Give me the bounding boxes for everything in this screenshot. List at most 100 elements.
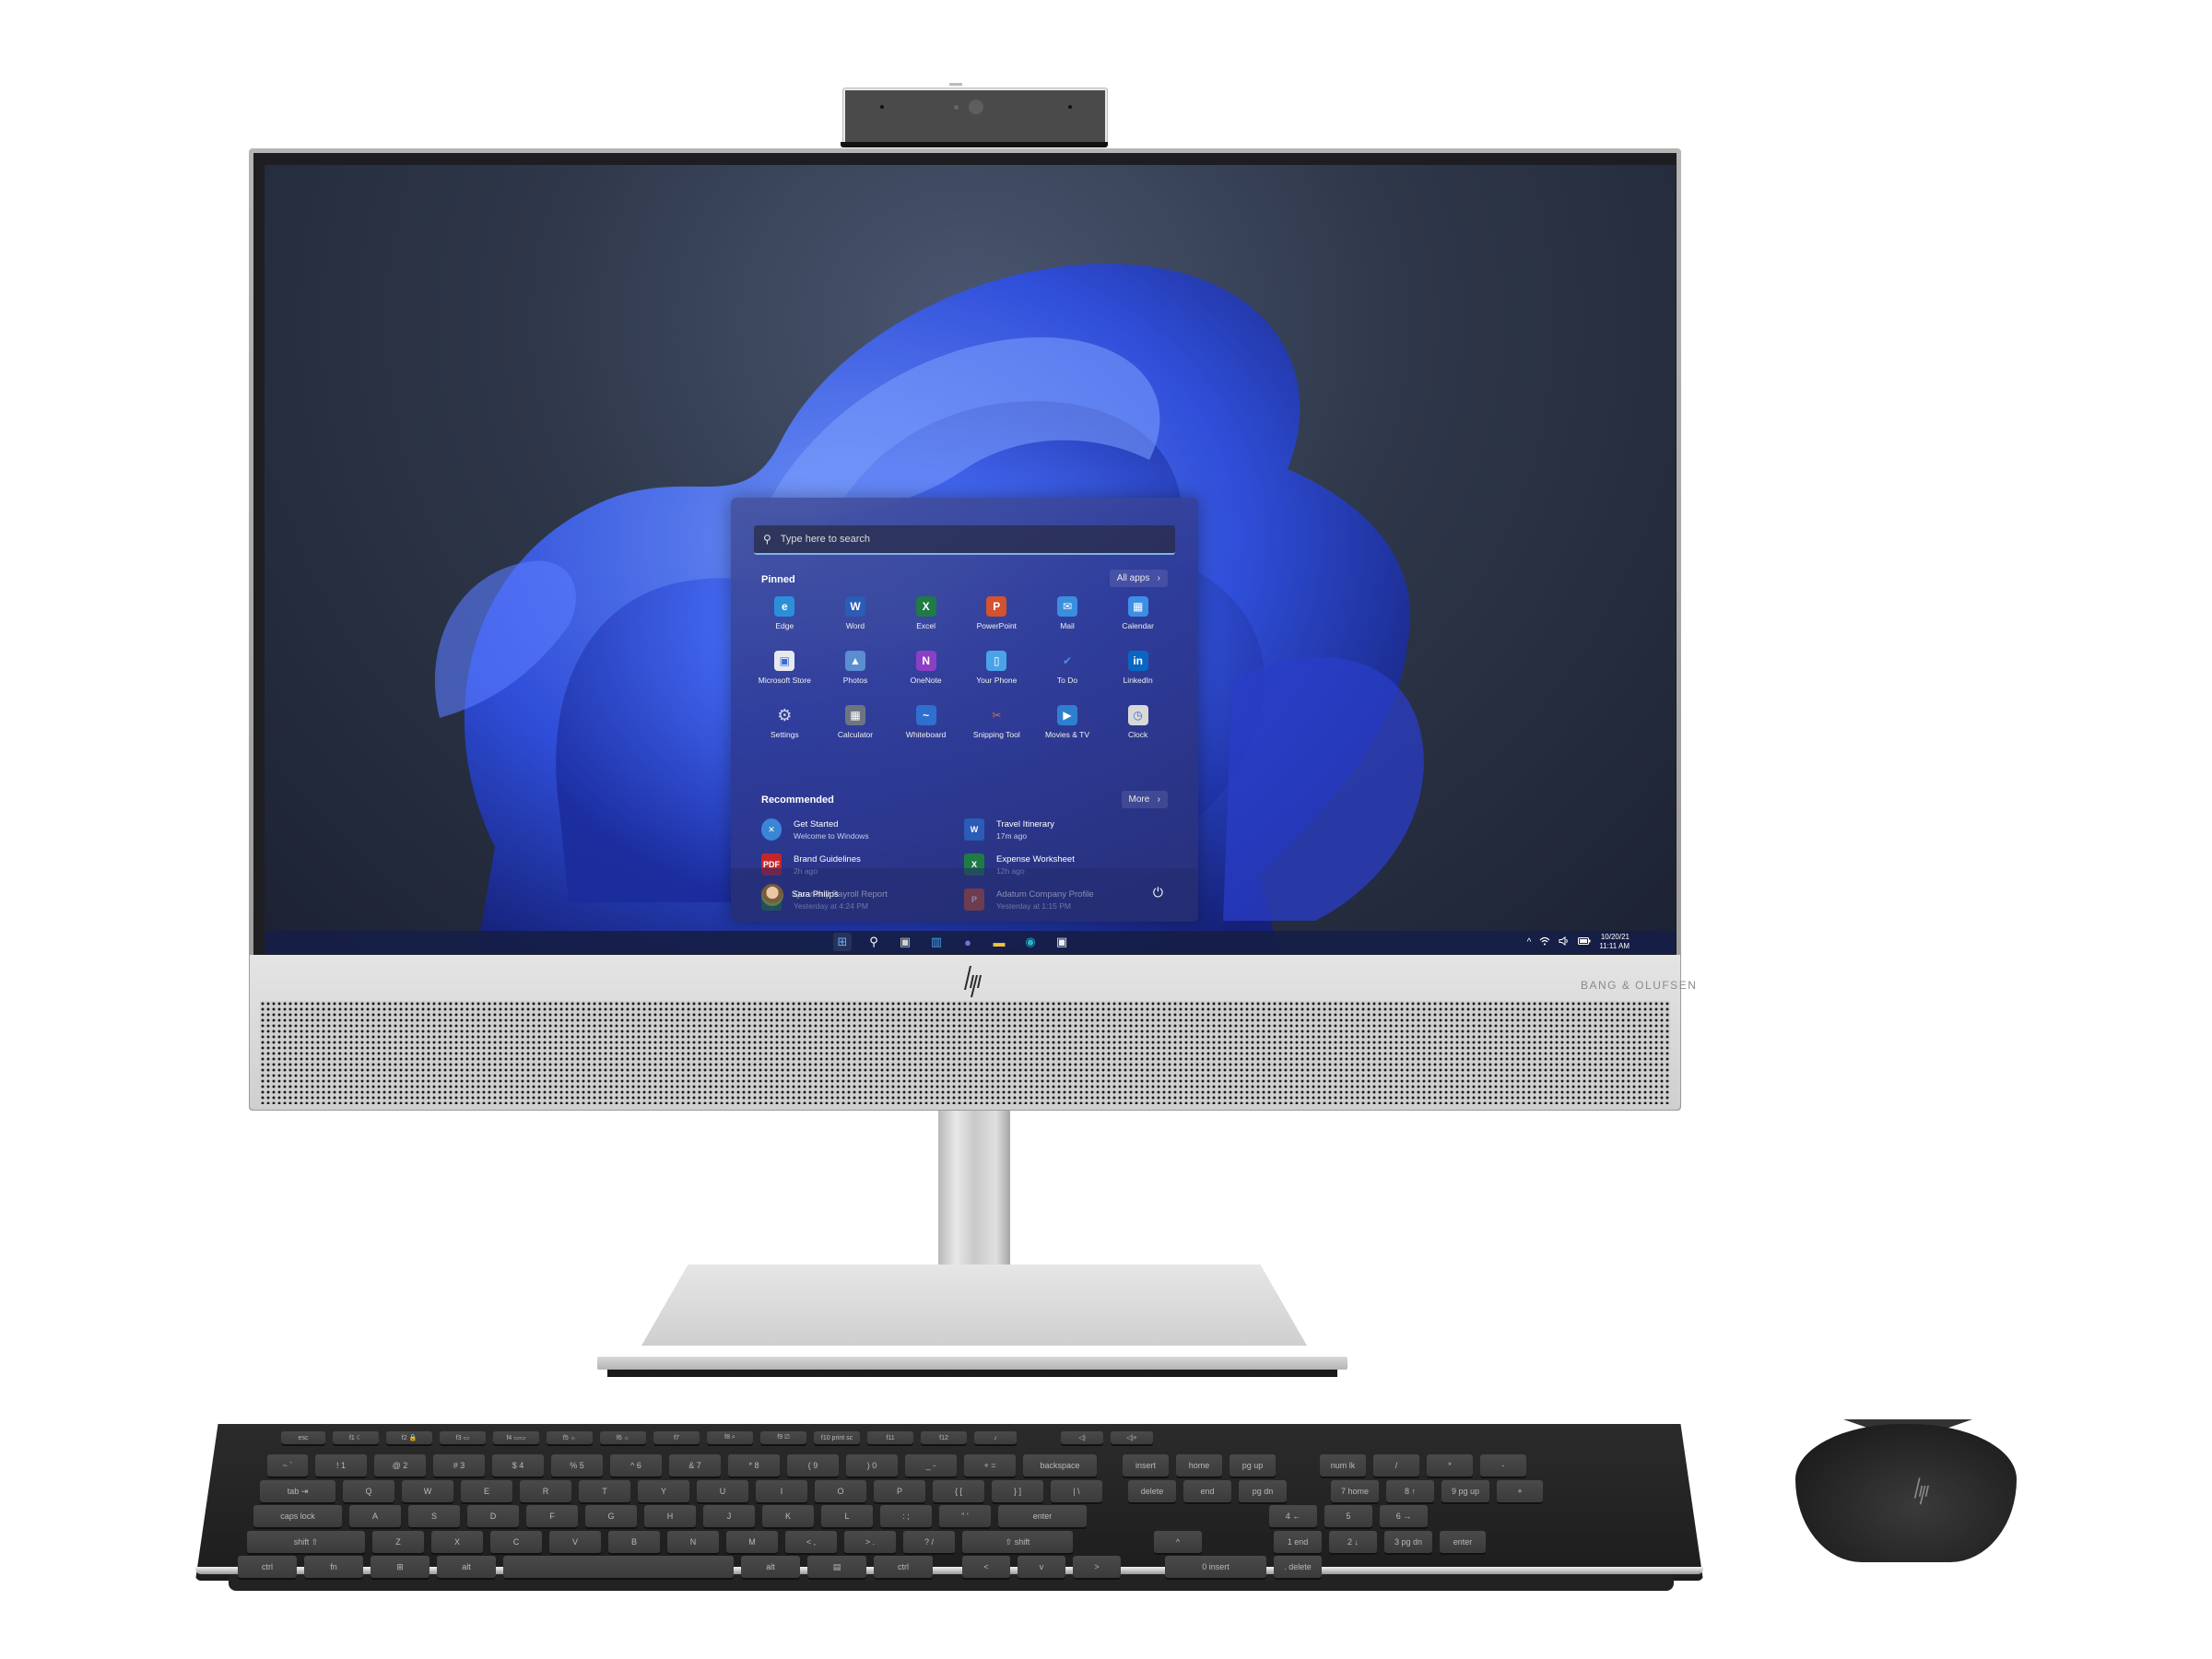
pinned-app-clock[interactable]: ◷ Clock (1102, 705, 1173, 739)
keyboard-key[interactable]: 5 (1324, 1505, 1372, 1527)
keyboard-key[interactable]: D (467, 1505, 519, 1527)
keyboard-key[interactable]: f10 print sc (814, 1431, 860, 1444)
keyboard-key[interactable]: v (1018, 1556, 1065, 1578)
keyboard-key[interactable]: 7 home (1331, 1480, 1379, 1502)
keyboard-key[interactable]: H (644, 1505, 696, 1527)
taskbar-file-explorer-icon[interactable]: ▬ (990, 933, 1008, 951)
keyboard-key[interactable]: ⊞ (371, 1556, 429, 1578)
keyboard-key[interactable]: pg up (1230, 1454, 1276, 1477)
pinned-app-snipping-tool[interactable]: ✂ Snipping Tool (961, 705, 1032, 739)
keyboard-key[interactable]: R (520, 1480, 571, 1502)
pinned-app-to-do[interactable]: ✔ To Do (1032, 651, 1103, 685)
keyboard-key[interactable]: ctrl (238, 1556, 297, 1578)
keyboard-key[interactable]: _ - (905, 1454, 957, 1477)
pinned-app-linkedin[interactable]: in LinkedIn (1102, 651, 1173, 685)
keyboard-key[interactable]: Y (638, 1480, 689, 1502)
pinned-app-settings[interactable]: ⚙ Settings (749, 705, 820, 740)
keyboard-key[interactable]: f12 (921, 1431, 967, 1444)
keyboard-key[interactable]: : ; (880, 1505, 932, 1527)
keyboard-key[interactable]: C (490, 1531, 542, 1553)
keyboard-key[interactable]: + = (964, 1454, 1016, 1477)
keyboard-key[interactable]: L (821, 1505, 873, 1527)
keyboard-key[interactable]: { [ (933, 1480, 984, 1502)
keyboard-key[interactable] (503, 1556, 734, 1578)
keyboard-key[interactable]: caps lock (253, 1505, 342, 1527)
pinned-app-your-phone[interactable]: ▯ Your Phone (961, 651, 1032, 685)
keyboard-key[interactable]: N (667, 1531, 719, 1553)
keyboard-key[interactable]: * (1427, 1454, 1473, 1477)
pinned-app-calendar[interactable]: ▦ Calendar (1102, 596, 1173, 630)
keyboard-key[interactable]: ^ 6 (610, 1454, 662, 1477)
pinned-app-excel[interactable]: X Excel (890, 596, 961, 630)
taskbar-store-icon[interactable]: ▣ (1053, 933, 1071, 951)
keyboard-key[interactable]: ^ (1154, 1531, 1202, 1553)
keyboard-key[interactable]: shift ⇧ (247, 1531, 365, 1553)
user-name[interactable]: Sara Philips (792, 889, 839, 900)
keyboard-key[interactable]: backspace (1023, 1454, 1097, 1477)
keyboard-key[interactable]: # 3 (433, 1454, 485, 1477)
keyboard-key[interactable]: + (1497, 1480, 1543, 1502)
keyboard-key[interactable]: / (1373, 1454, 1419, 1477)
keyboard-key[interactable]: $ 4 (492, 1454, 544, 1477)
wifi-icon[interactable] (1539, 936, 1550, 948)
keyboard-key[interactable]: K (762, 1505, 814, 1527)
keyboard-key[interactable]: > . (844, 1531, 896, 1553)
pinned-app-powerpoint[interactable]: P PowerPoint (961, 596, 1032, 630)
keyboard-key[interactable]: f4 ▭▭ (493, 1431, 539, 1444)
keyboard-key[interactable]: 6 → (1380, 1505, 1428, 1527)
keyboard-key[interactable]: W (402, 1480, 453, 1502)
volume-icon[interactable] (1559, 935, 1570, 948)
taskbar-widgets-icon[interactable]: ▥ (927, 933, 946, 951)
keyboard-key[interactable]: ! 1 (315, 1454, 367, 1477)
keyboard-key[interactable]: A (349, 1505, 401, 1527)
start-search-box[interactable]: ⚲ (754, 525, 1175, 555)
keyboard-key[interactable]: num lk (1320, 1454, 1366, 1477)
keyboard-key[interactable]: f3 ▭ (440, 1431, 486, 1444)
keyboard-key[interactable]: pg dn (1239, 1480, 1287, 1502)
keyboard-key[interactable]: f11 (867, 1431, 913, 1444)
keyboard-key[interactable]: " ' (939, 1505, 991, 1527)
keyboard-key[interactable]: esc (281, 1431, 325, 1444)
pinned-app-edge[interactable]: e Edge (749, 596, 820, 630)
keyboard-key[interactable]: 9 pg up (1441, 1480, 1489, 1502)
pinned-app-word[interactable]: W Word (820, 596, 891, 630)
keyboard-key[interactable]: 4 ← (1269, 1505, 1317, 1527)
keyboard-key[interactable]: ctrl (874, 1556, 933, 1578)
keyboard-key[interactable]: ◁)+ (1111, 1431, 1153, 1444)
keyboard-key[interactable]: S (408, 1505, 460, 1527)
keyboard-key[interactable]: Q (343, 1480, 394, 1502)
keyboard-key[interactable]: f8 ⌕ (707, 1431, 753, 1444)
taskbar-search-icon[interactable]: ⚲ (865, 933, 883, 951)
keyboard-key[interactable]: < (962, 1556, 1010, 1578)
user-avatar[interactable] (761, 884, 783, 906)
keyboard-key[interactable]: P (874, 1480, 925, 1502)
keyboard-key[interactable]: I (756, 1480, 807, 1502)
keyboard-key[interactable]: & 7 (669, 1454, 721, 1477)
keyboard-key[interactable]: ( 9 (787, 1454, 839, 1477)
keyboard-key[interactable]: E (461, 1480, 512, 1502)
keyboard-key[interactable]: 2 ↓ (1329, 1531, 1377, 1553)
taskbar-clock[interactable]: 10/20/21 11:11 AM (1599, 933, 1630, 951)
keyboard-key[interactable]: ? / (903, 1531, 955, 1553)
pinned-app-mail[interactable]: ✉ Mail (1032, 596, 1103, 630)
keyboard-key[interactable]: end (1183, 1480, 1231, 1502)
keyboard-key[interactable]: X (431, 1531, 483, 1553)
keyboard-key[interactable]: f5 ☼ (547, 1431, 593, 1444)
pinned-app-microsoft-store[interactable]: ▣ Microsoft Store (749, 651, 820, 685)
keyboard-key[interactable]: * 8 (728, 1454, 780, 1477)
keyboard-key[interactable]: U (697, 1480, 748, 1502)
recommended-item[interactable]: W Travel Itinerary 17m ago (964, 818, 1167, 841)
keyboard-key[interactable]: V (549, 1531, 601, 1553)
keyboard-key[interactable]: F (526, 1505, 578, 1527)
keyboard-key[interactable]: | \ (1051, 1480, 1102, 1502)
keyboard-key[interactable]: < , (785, 1531, 837, 1553)
keyboard-key[interactable]: O (815, 1480, 866, 1502)
keyboard-key[interactable]: ⇧ shift (962, 1531, 1073, 1553)
battery-icon[interactable] (1578, 936, 1591, 947)
keyboard-key[interactable]: f7 (653, 1431, 700, 1444)
keyboard-key[interactable]: f2 🔒 (386, 1431, 432, 1444)
power-icon[interactable]: ⏻ (1153, 885, 1163, 900)
pinned-app-photos[interactable]: ▲ Photos (820, 651, 891, 685)
keyboard-key[interactable]: delete (1128, 1480, 1176, 1502)
keyboard-key[interactable]: M (726, 1531, 778, 1553)
